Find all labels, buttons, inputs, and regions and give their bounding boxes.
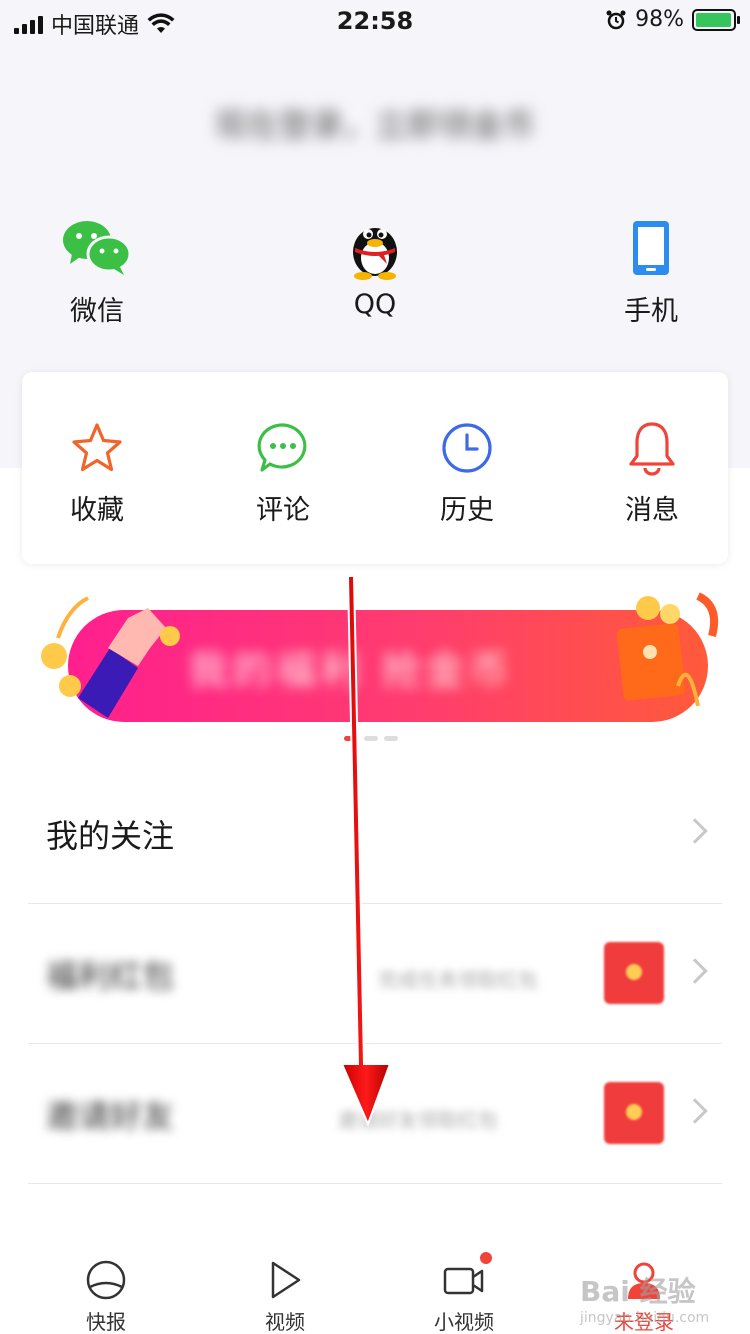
comment-icon	[257, 423, 307, 472]
battery-percent: 98%	[635, 7, 684, 32]
favorites-label: 收藏	[70, 495, 124, 526]
tab-label: 快报	[86, 1310, 126, 1334]
phone-icon	[633, 221, 669, 275]
red-envelope-illustration	[617, 592, 719, 707]
tab-video[interactable]: 视频	[225, 1258, 345, 1334]
status-bar: 中国联通 22:58 98%	[0, 0, 750, 40]
list-item-title: 福利红包	[46, 957, 175, 995]
comments-label: 评论	[256, 495, 310, 526]
bell-icon	[629, 422, 675, 476]
login-methods: 微信 QQ 手机	[0, 215, 750, 328]
play-icon	[271, 1261, 301, 1299]
tab-label: 视频	[265, 1310, 305, 1334]
list-item-title: 我的关注	[46, 817, 175, 855]
video-camera-icon	[443, 1267, 484, 1295]
history-label: 历史	[440, 495, 494, 526]
favorites-button[interactable]: 收藏	[22, 420, 172, 527]
tab-label: 小视频	[434, 1310, 494, 1334]
hand-coin-illustration	[41, 596, 180, 718]
chevron-right-icon	[682, 818, 708, 844]
annotation-arrow-down-icon	[340, 575, 392, 1127]
star-icon	[72, 423, 122, 472]
chevron-right-icon	[682, 958, 708, 984]
red-envelope-icon	[604, 1082, 664, 1144]
wechat-icon	[63, 221, 132, 275]
login-phone-button[interactable]: 手机	[576, 215, 726, 328]
clock-icon	[442, 423, 492, 473]
chevron-right-icon	[682, 1098, 708, 1124]
login-phone-label: 手机	[624, 296, 678, 327]
login-wechat-label: 微信	[70, 296, 124, 327]
kuaibao-icon	[86, 1260, 126, 1300]
tab-short-video[interactable]: 小视频	[404, 1252, 524, 1334]
quick-actions-card: 收藏 评论 历史 消息	[22, 372, 728, 564]
battery-icon	[692, 8, 740, 31]
watermark: Bai 经验 jingyan.baidu.com	[580, 1275, 710, 1326]
login-wechat-button[interactable]: 微信	[22, 215, 172, 328]
alarm-icon	[606, 10, 626, 29]
new-content-dot	[480, 1252, 492, 1264]
list-item-title: 邀请好友	[46, 1097, 175, 1135]
login-hint[interactable]: 现在登录，立即领金币	[0, 100, 750, 146]
tab-kuaibao[interactable]: 快报	[46, 1258, 166, 1334]
messages-label: 消息	[625, 495, 679, 526]
login-qq-button[interactable]: QQ	[300, 215, 450, 320]
comments-button[interactable]: 评论	[208, 420, 358, 527]
messages-button[interactable]: 消息	[577, 420, 727, 527]
login-qq-label: QQ	[353, 289, 397, 320]
qq-penguin-icon	[353, 228, 397, 280]
history-button[interactable]: 历史	[392, 420, 542, 527]
red-envelope-icon	[604, 942, 664, 1004]
